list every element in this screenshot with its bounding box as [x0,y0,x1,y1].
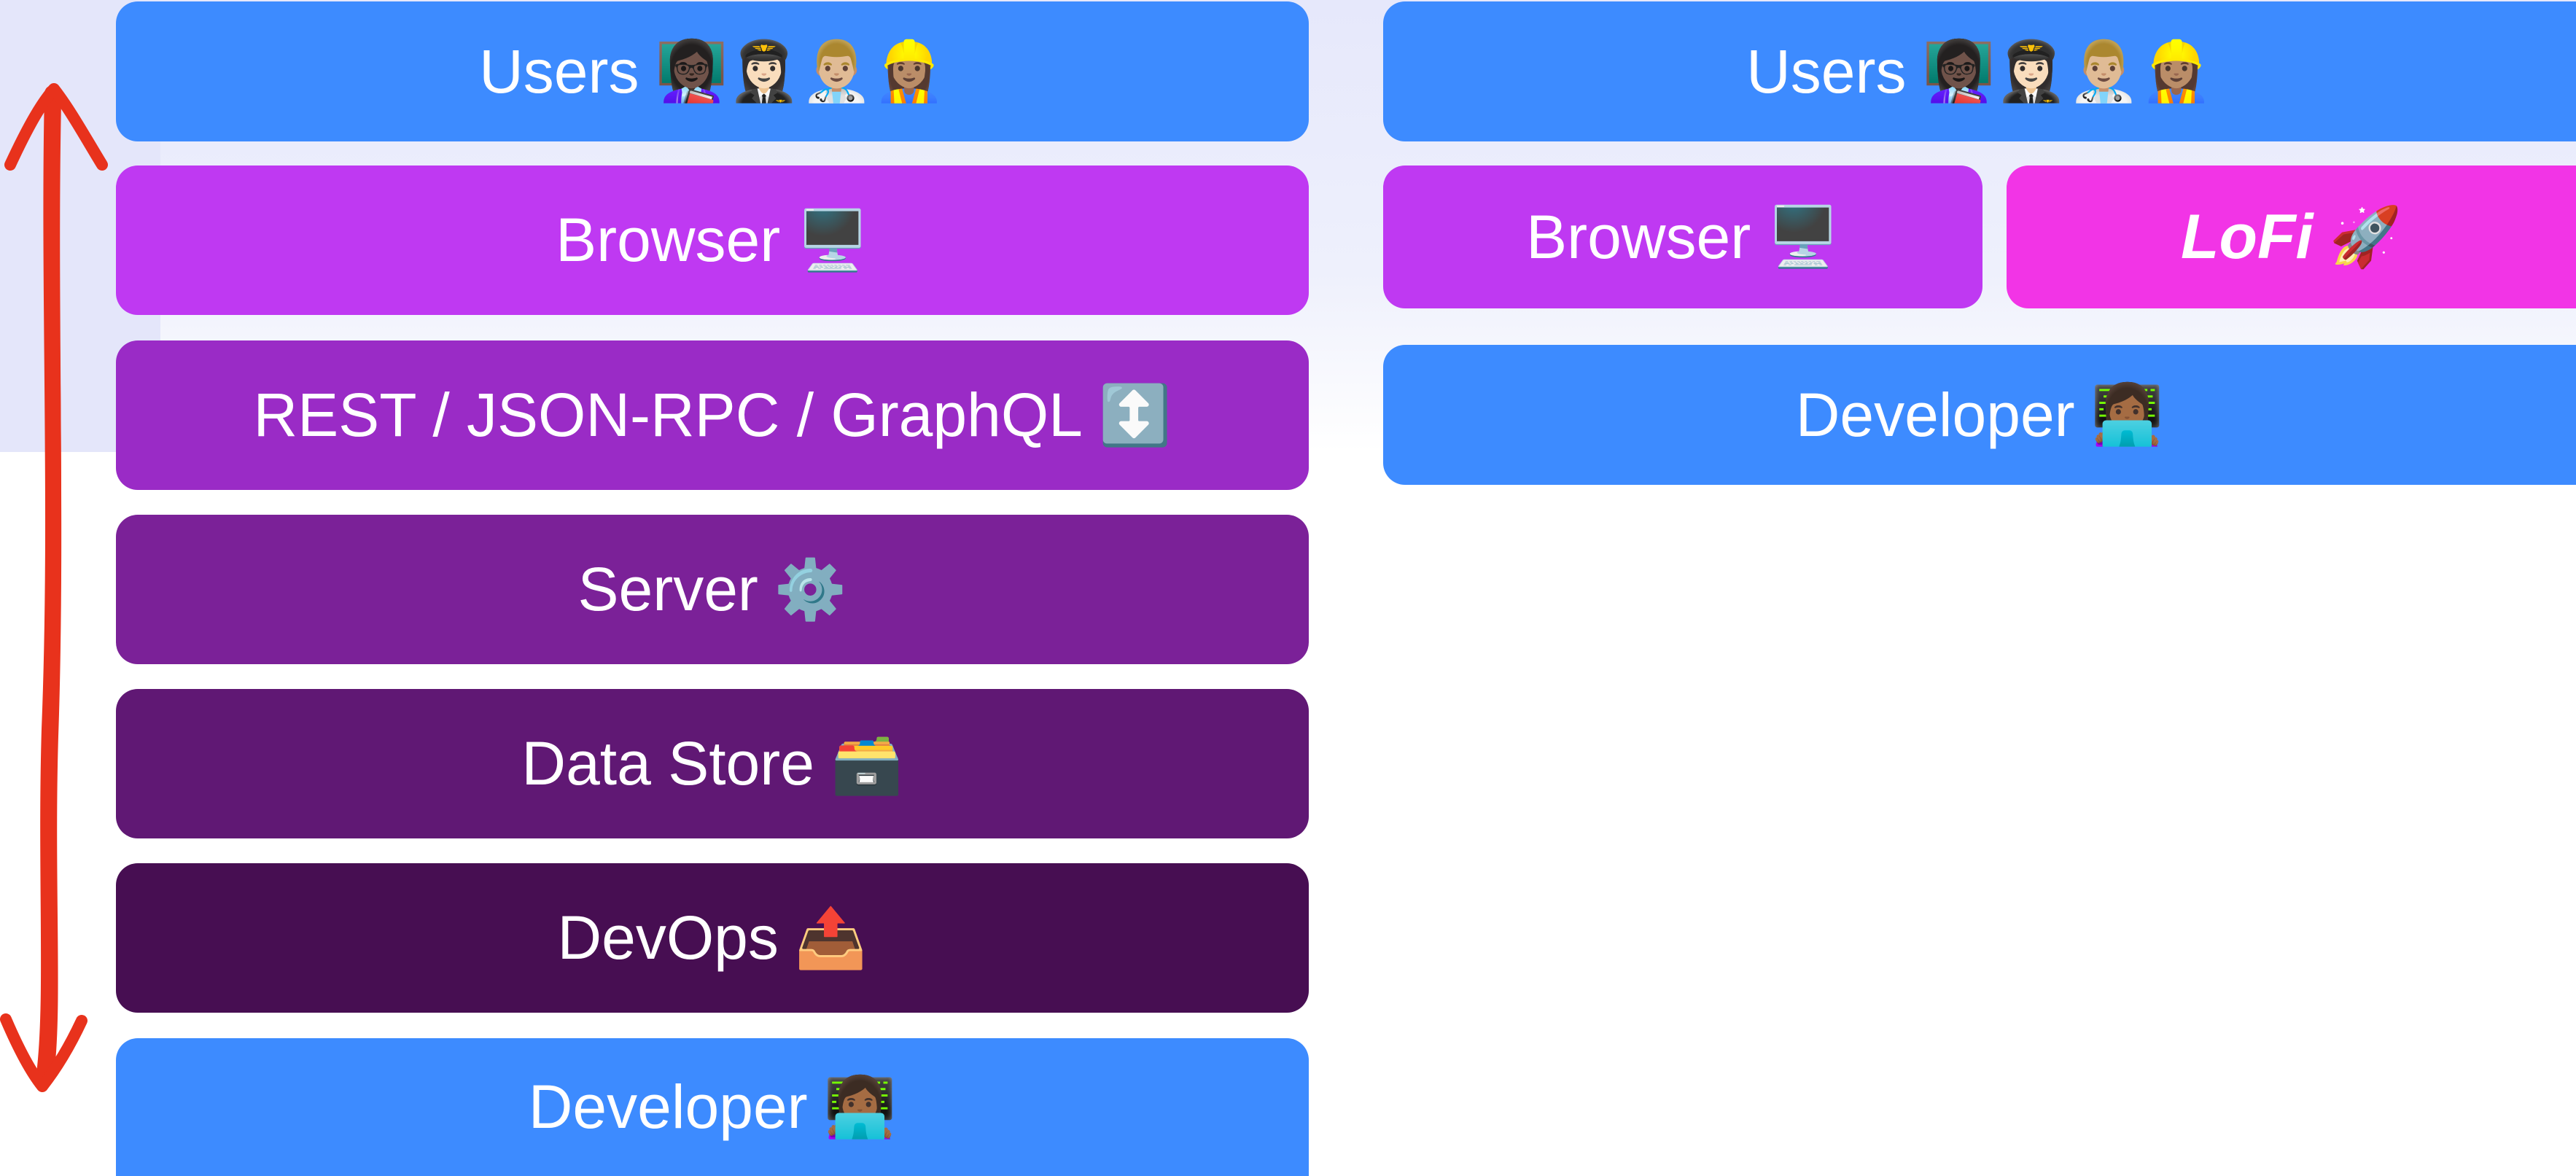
double-arrow [0,83,108,1092]
arrow-shaft [36,85,62,1087]
